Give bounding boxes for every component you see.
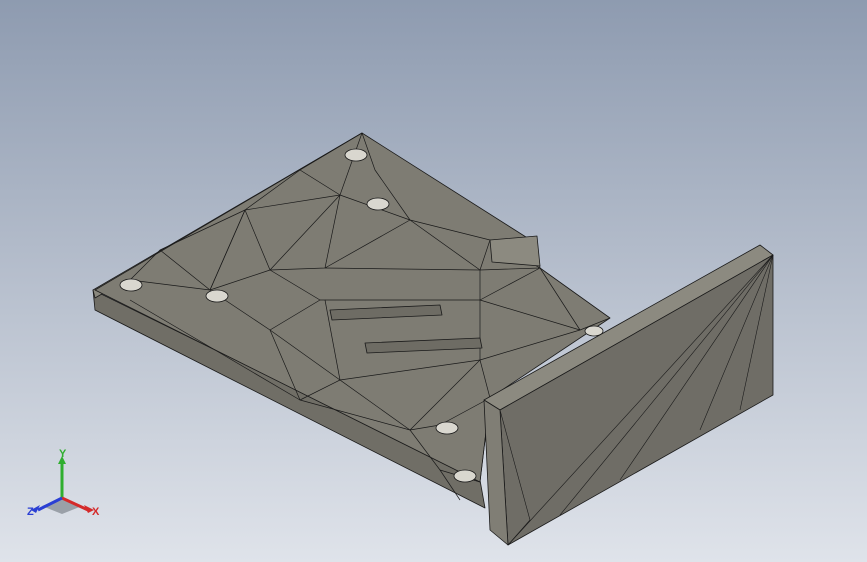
hole-5 [435,421,459,435]
hole-2 [366,197,390,211]
cad-scene[interactable] [0,0,867,562]
back-tab [489,235,541,267]
triad-y-label: Y [59,448,67,460]
hole-4 [205,289,229,303]
reference-triad[interactable]: Y X Z [22,448,112,528]
hole-7 [584,325,604,337]
triad-z-label: Z [27,506,34,518]
triad-x-label: X [92,506,100,518]
hole-1 [344,148,368,162]
hole-6 [453,469,477,483]
cad-viewport[interactable]: Y X Z [0,0,867,562]
hole-3 [119,278,143,292]
